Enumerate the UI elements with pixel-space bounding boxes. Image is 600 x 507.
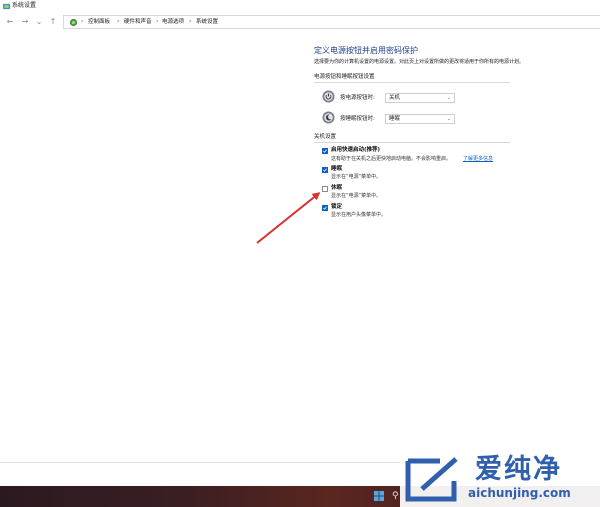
watermark-logo-icon — [405, 457, 458, 502]
watermark-url: aichunjing.com — [468, 486, 571, 500]
watermark-brand: 爱纯净 — [475, 454, 562, 485]
annotation-arrow-icon — [256, 192, 321, 244]
windows-start-icon[interactable] — [374, 491, 384, 501]
